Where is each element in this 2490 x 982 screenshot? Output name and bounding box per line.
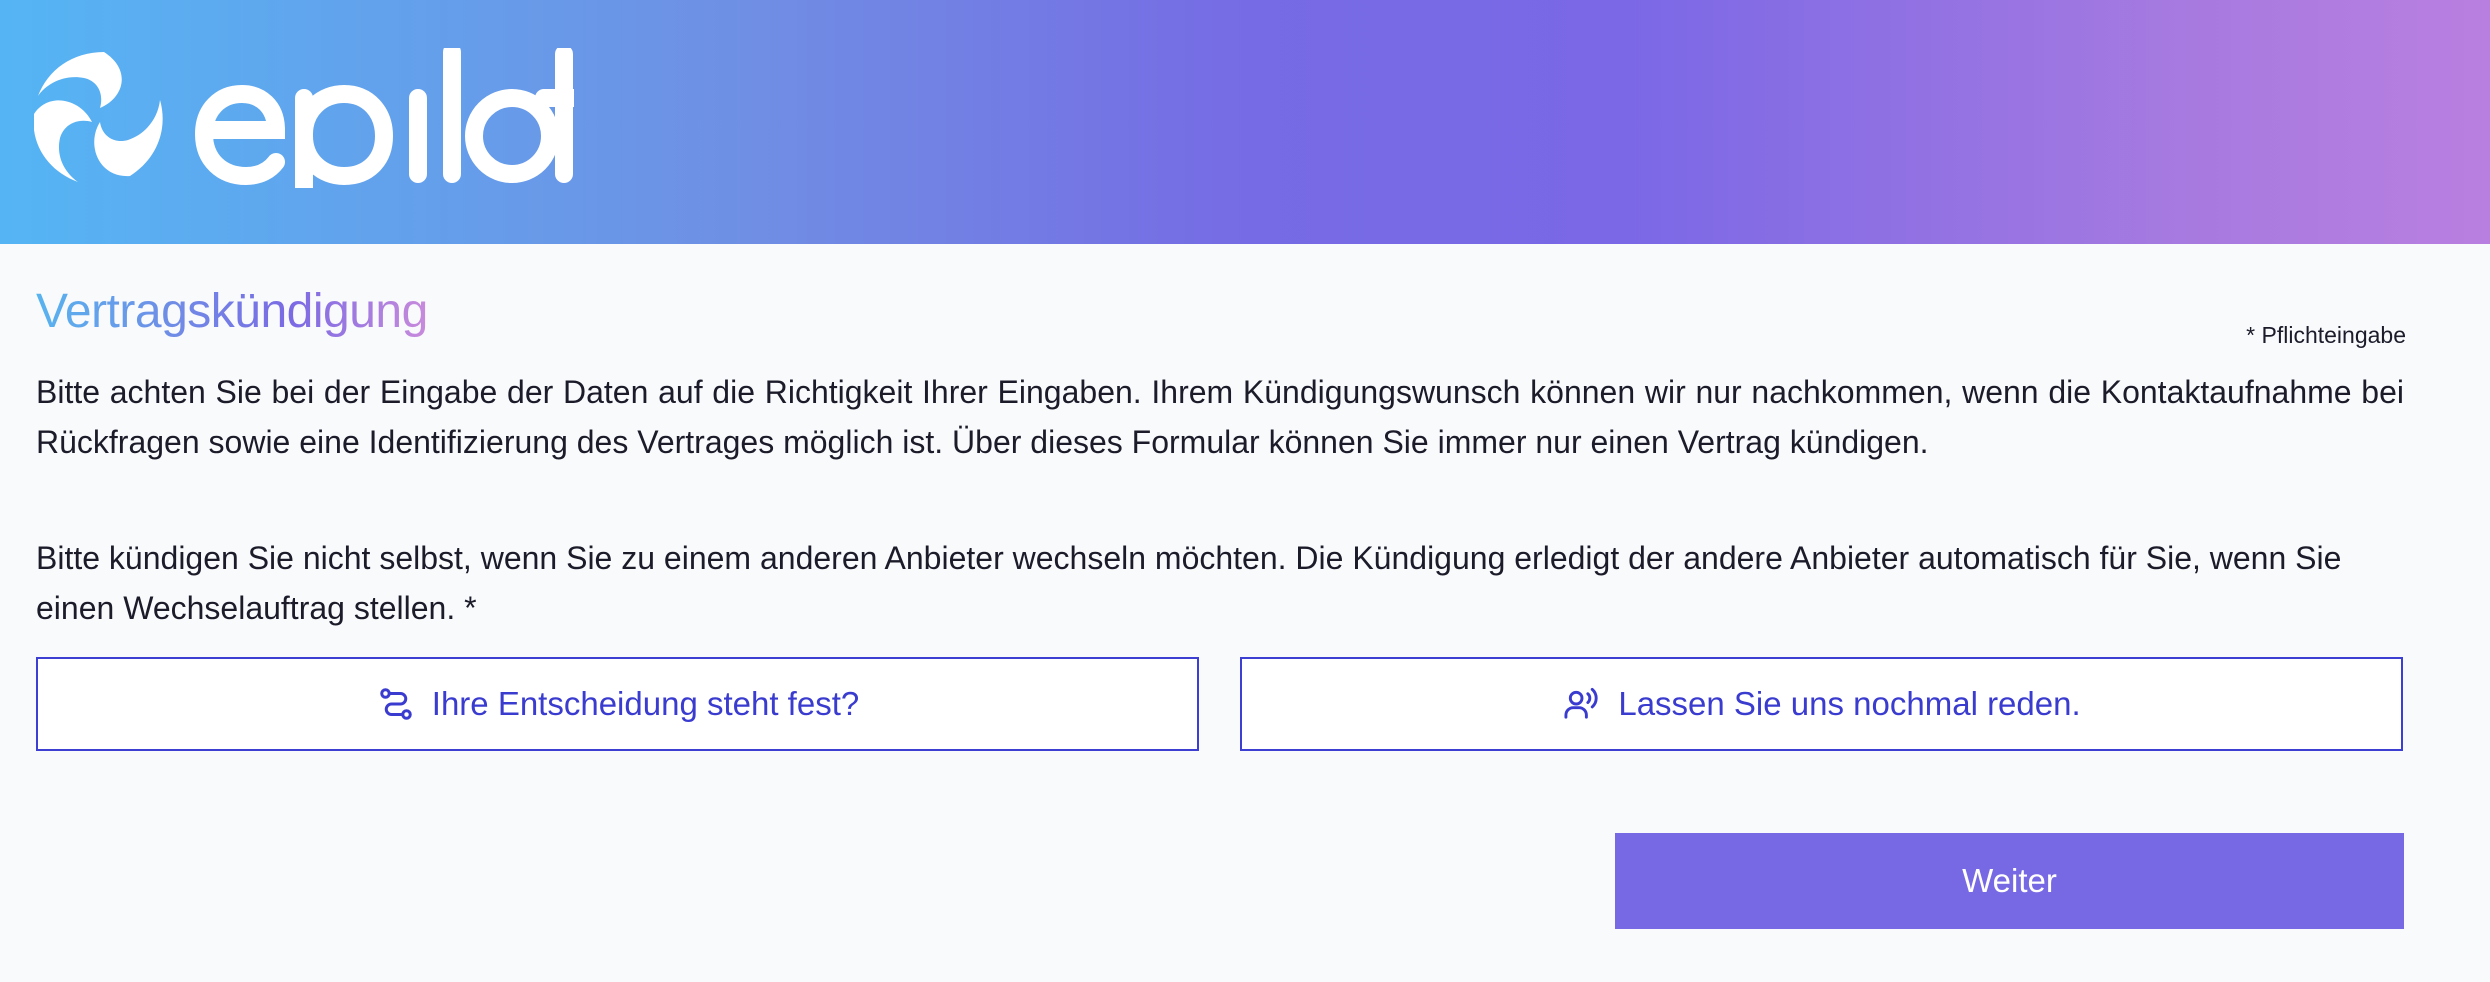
talk-again-button[interactable]: Lassen Sie uns nochmal reden. xyxy=(1240,657,2403,751)
page-title: Vertragskündigung xyxy=(36,280,428,344)
intro-text: Bitte achten Sie bei der Eingabe der Dat… xyxy=(36,374,2404,460)
question-text: Bitte kündigen Sie nicht selbst, wenn Si… xyxy=(36,540,2342,626)
user-speaking-icon xyxy=(1562,684,1602,724)
epilot-swirl-icon xyxy=(34,48,574,188)
header-banner xyxy=(0,0,2490,244)
required-note: * Pflichteingabe xyxy=(2246,322,2406,348)
route-icon xyxy=(376,684,416,724)
brand-logo[interactable] xyxy=(34,48,574,188)
decision-final-button[interactable]: Ihre Entscheidung steht fest? xyxy=(36,657,1199,751)
talk-again-label: Lassen Sie uns nochmal reden. xyxy=(1618,685,2081,722)
decision-final-label: Ihre Entscheidung steht fest? xyxy=(431,685,860,722)
next-button[interactable]: Weiter xyxy=(1615,833,2404,929)
